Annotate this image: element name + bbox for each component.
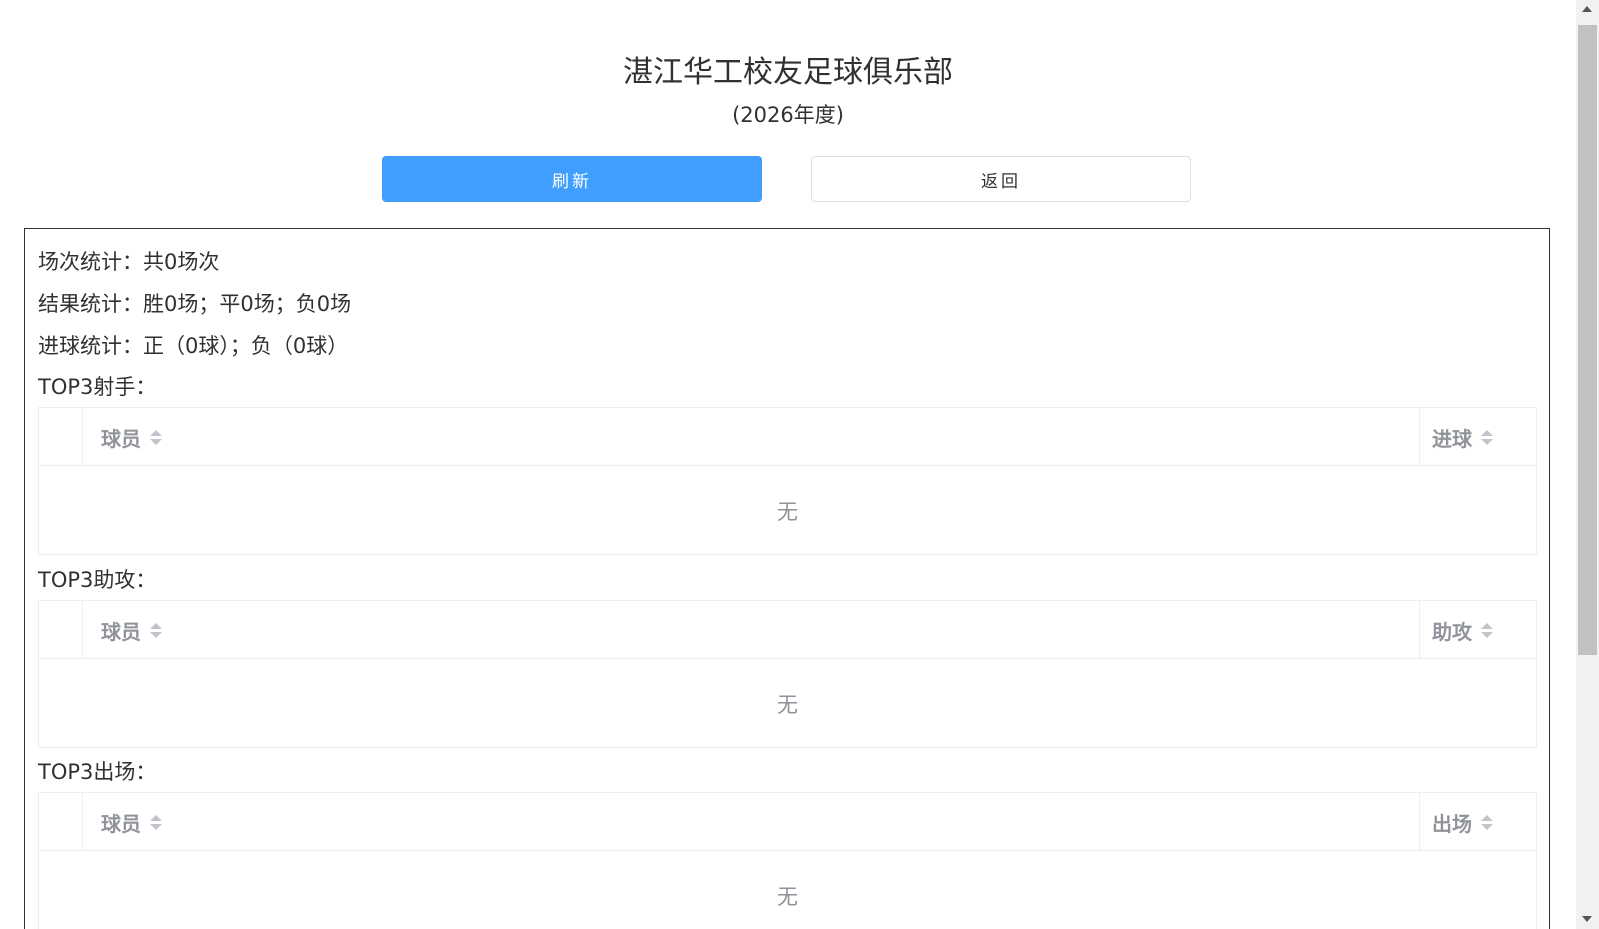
sort-icon[interactable] — [1481, 622, 1493, 638]
match-count-stat: 场次统计：共0场次 — [38, 250, 220, 274]
refresh-button[interactable]: 刷新 — [382, 156, 762, 202]
top-appearances-table: 球员 出场 无 — [38, 792, 1537, 929]
empty-text: 无 — [777, 499, 798, 524]
empty-text: 无 — [777, 692, 798, 717]
table-header: 球员 进球 — [39, 408, 1536, 466]
sort-icon[interactable] — [150, 814, 162, 830]
appearances-column-header[interactable]: 出场 — [1432, 793, 1493, 851]
goal-stat: 进球统计：正（0球）；负（0球） — [38, 334, 349, 358]
scroll-up-icon[interactable] — [1582, 6, 1592, 12]
vertical-scrollbar[interactable] — [1576, 0, 1599, 929]
page-subtitle: (2026年度) — [732, 103, 844, 127]
page: 湛江华工校友足球俱乐部 (2026年度) 刷新 返回 场次统计：共0场次 结果统… — [0, 0, 1576, 929]
goals-column-header[interactable]: 进球 — [1432, 408, 1493, 466]
sort-icon[interactable] — [150, 429, 162, 445]
empty-text: 无 — [777, 884, 798, 909]
table-header: 球员 出场 — [39, 793, 1536, 851]
top-appearances-label: TOP3出场： — [38, 760, 157, 784]
sort-icon[interactable] — [150, 622, 162, 638]
page-title: 湛江华工校友足球俱乐部 — [623, 55, 953, 90]
stats-panel: 场次统计：共0场次 结果统计：胜0场；平0场；负0场 进球统计：正（0球）；负（… — [24, 228, 1550, 929]
assists-column-header[interactable]: 助攻 — [1432, 601, 1493, 659]
player-column-header[interactable]: 球员 — [101, 408, 162, 466]
player-column-header[interactable]: 球员 — [101, 793, 162, 851]
back-button[interactable]: 返回 — [811, 156, 1191, 202]
index-column — [39, 408, 83, 466]
result-stat: 结果统计：胜0场；平0场；负0场 — [38, 292, 352, 316]
sort-icon[interactable] — [1481, 814, 1493, 830]
top-assists-table: 球员 助攻 无 — [38, 600, 1537, 748]
index-column — [39, 601, 83, 659]
top-scorers-table: 球员 进球 无 — [38, 407, 1537, 555]
scroll-down-icon[interactable] — [1582, 916, 1592, 922]
player-column-header[interactable]: 球员 — [101, 601, 162, 659]
index-column — [39, 793, 83, 851]
top-scorers-label: TOP3射手： — [38, 375, 157, 399]
sort-icon[interactable] — [1481, 429, 1493, 445]
top-assists-label: TOP3助攻： — [38, 568, 157, 592]
scroll-thumb[interactable] — [1578, 25, 1597, 655]
table-header: 球员 助攻 — [39, 601, 1536, 659]
